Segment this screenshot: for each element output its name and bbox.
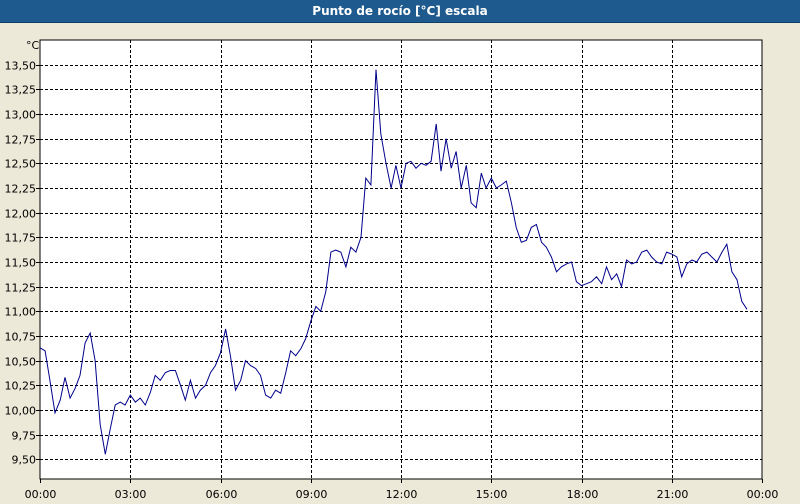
x-tick-time-label: 00:00 <box>25 488 57 500</box>
y-tick-label: 13,50 <box>5 60 37 73</box>
chart-window: Punto de rocío [°C] escala °C 9,50 9,75 10… <box>0 0 800 501</box>
y-tick-label: 11,75 <box>5 232 37 245</box>
x-tick-time-label: 00:00 <box>747 488 779 500</box>
y-tick-label: 10,25 <box>5 380 37 393</box>
x-tick-time-label: 12:00 <box>386 488 418 500</box>
y-tick-label: 12,75 <box>5 134 37 147</box>
y-tick-label: 12,25 <box>5 183 37 196</box>
y-tick-label: 13,00 <box>5 109 37 122</box>
x-tick-time-label: 18:00 <box>567 488 599 500</box>
y-tick-label: 11,50 <box>5 257 37 270</box>
y-tick-label: 10,50 <box>5 356 37 369</box>
y-tick-label: 10,75 <box>5 331 37 344</box>
window-title: Punto de rocío [°C] escala <box>0 0 800 23</box>
y-tick-label: 13,25 <box>5 84 37 97</box>
x-tick-time-label: 09:00 <box>296 488 328 500</box>
y-tick-label: 11,25 <box>5 282 37 295</box>
y-tick-label: 11,00 <box>5 306 37 319</box>
y-tick-label: 9,75 <box>12 430 37 443</box>
x-tick-time-label: 03:00 <box>115 488 147 500</box>
x-tick-time-label: 15:00 <box>476 488 508 500</box>
x-tick-time-label: 21:00 <box>657 488 689 500</box>
dew-point-chart: °C 9,50 9,75 10,00 10,25 10,50 10,75 11,00 11,2… <box>0 23 800 501</box>
y-axis-unit-label: °C <box>26 39 40 52</box>
y-tick-label: 12,50 <box>5 158 37 171</box>
y-tick-label: 12,00 <box>5 208 37 221</box>
chart-container: °C 9,50 9,75 10,00 10,25 10,50 10,75 11,00 11,2… <box>0 23 800 501</box>
x-tick-time-label: 06:00 <box>206 488 238 500</box>
y-tick-label: 9,50 <box>12 454 37 467</box>
y-tick-label: 10,00 <box>5 405 37 418</box>
